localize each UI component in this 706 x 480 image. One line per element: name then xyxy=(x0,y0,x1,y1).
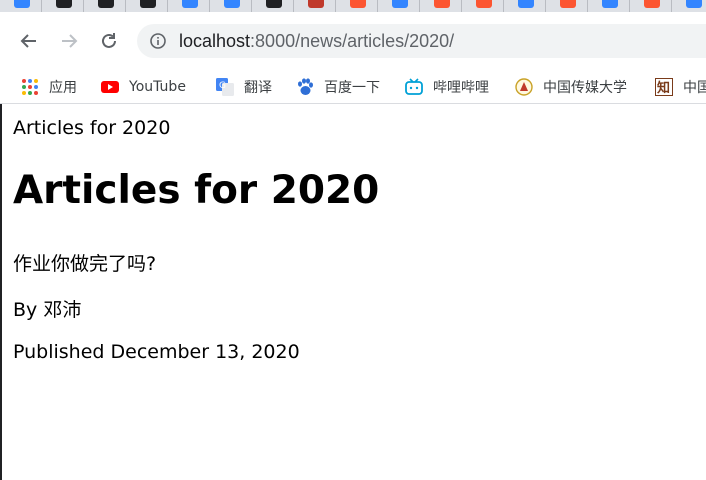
baidu-paw-icon xyxy=(296,77,314,96)
url-path: :8000/news/articles/2020/ xyxy=(250,31,455,51)
browser-tab[interactable] xyxy=(210,0,252,12)
page-content: Articles for 2020 Articles for 2020 作业你做… xyxy=(0,104,706,480)
browser-tab[interactable] xyxy=(630,0,672,12)
url-text[interactable]: localhost:8000/news/articles/2020/ xyxy=(179,31,454,52)
url-host: localhost xyxy=(179,31,251,51)
article-headline: 作业你做完了吗? xyxy=(13,253,157,275)
browser-tab[interactable] xyxy=(672,0,706,12)
back-button[interactable] xyxy=(17,29,41,53)
page-title: Articles for 2020 xyxy=(13,117,171,139)
browser-tab[interactable] xyxy=(42,0,84,12)
bookmark-label: 百度一下 xyxy=(324,79,380,96)
youtube-icon xyxy=(101,78,119,96)
baidu-du-icon xyxy=(602,0,618,8)
baidu-du-icon xyxy=(686,0,702,8)
terminal-icon xyxy=(56,0,72,8)
bookmark-zhihu[interactable]: 知 中国 xyxy=(655,70,706,103)
browser-tab[interactable] xyxy=(168,0,210,12)
browser-tab[interactable] xyxy=(546,0,588,12)
bilibili-icon xyxy=(405,77,423,96)
bookmark-label: 中国传媒大学 xyxy=(543,79,627,96)
page-heading: Articles for 2020 xyxy=(13,168,380,213)
csdn-c-icon xyxy=(560,0,576,8)
browser-tab[interactable] xyxy=(378,0,420,12)
csdn-c-icon xyxy=(434,0,450,8)
info-icon[interactable] xyxy=(150,33,166,49)
arrow-right-icon xyxy=(62,34,78,48)
csdn-c-icon xyxy=(476,0,492,8)
reload-icon xyxy=(102,33,116,48)
browser-tab[interactable] xyxy=(420,0,462,12)
browser-tab[interactable] xyxy=(126,0,168,12)
bookmark-bilibili[interactable]: 哔哩哔哩 xyxy=(405,70,489,103)
bookmark-label: YouTube xyxy=(129,78,186,95)
arrow-left-icon xyxy=(20,34,36,48)
address-bar[interactable]: localhost:8000/news/articles/2020/ xyxy=(137,24,706,58)
bookmark-apps[interactable]: 应用 xyxy=(21,70,77,103)
browser-tab[interactable] xyxy=(336,0,378,12)
google-translate-icon: G xyxy=(216,77,234,96)
github-icon xyxy=(140,0,156,8)
bookmark-label: 应用 xyxy=(49,79,77,96)
apps-grid-icon xyxy=(21,78,39,96)
baidu-du-icon xyxy=(224,0,240,8)
bookmark-label: 中国 xyxy=(683,79,706,96)
csdn-c-icon xyxy=(350,0,366,8)
bookmarks-bar: 应用 YouTube G 翻译 百度一下 哔哩哔哩 中国传媒大学 知 中 xyxy=(0,70,706,104)
svg-text:G: G xyxy=(219,81,226,91)
baidu-du-icon xyxy=(182,0,198,8)
browser-tab[interactable] xyxy=(462,0,504,12)
browser-tab[interactable] xyxy=(588,0,630,12)
csdn-c-icon xyxy=(644,0,660,8)
bookmark-cuc[interactable]: 中国传媒大学 xyxy=(515,70,627,103)
zhihu-icon: 知 xyxy=(655,77,673,96)
cuc-emblem-icon xyxy=(515,77,533,96)
baidu-du-icon xyxy=(14,0,30,8)
svg-text:知: 知 xyxy=(657,80,670,96)
github-icon xyxy=(98,0,114,8)
browser-tab[interactable] xyxy=(504,0,546,12)
browser-toolbar: localhost:8000/news/articles/2020/ xyxy=(0,12,706,70)
bookmark-youtube[interactable]: YouTube xyxy=(101,70,186,103)
browser-tab[interactable] xyxy=(294,0,336,12)
forward-button[interactable] xyxy=(57,29,81,53)
browser-tab[interactable] xyxy=(252,0,294,12)
baidu-du-icon xyxy=(518,0,534,8)
reload-button[interactable] xyxy=(97,29,121,53)
bookmark-label: 翻译 xyxy=(244,79,272,96)
browser-tab[interactable] xyxy=(84,0,126,12)
article-published-date: Published December 13, 2020 xyxy=(13,341,300,363)
baidu-du-icon xyxy=(392,0,408,8)
book-icon xyxy=(308,0,324,8)
bookmark-baidu[interactable]: 百度一下 xyxy=(296,70,380,103)
bookmark-translate[interactable]: G 翻译 xyxy=(216,70,272,103)
article-byline: By 邓沛 xyxy=(13,299,82,321)
tab-strip xyxy=(0,0,706,12)
bookmark-label: 哔哩哔哩 xyxy=(433,79,489,96)
search-doc-icon xyxy=(266,0,282,8)
browser-tab[interactable] xyxy=(0,0,42,12)
